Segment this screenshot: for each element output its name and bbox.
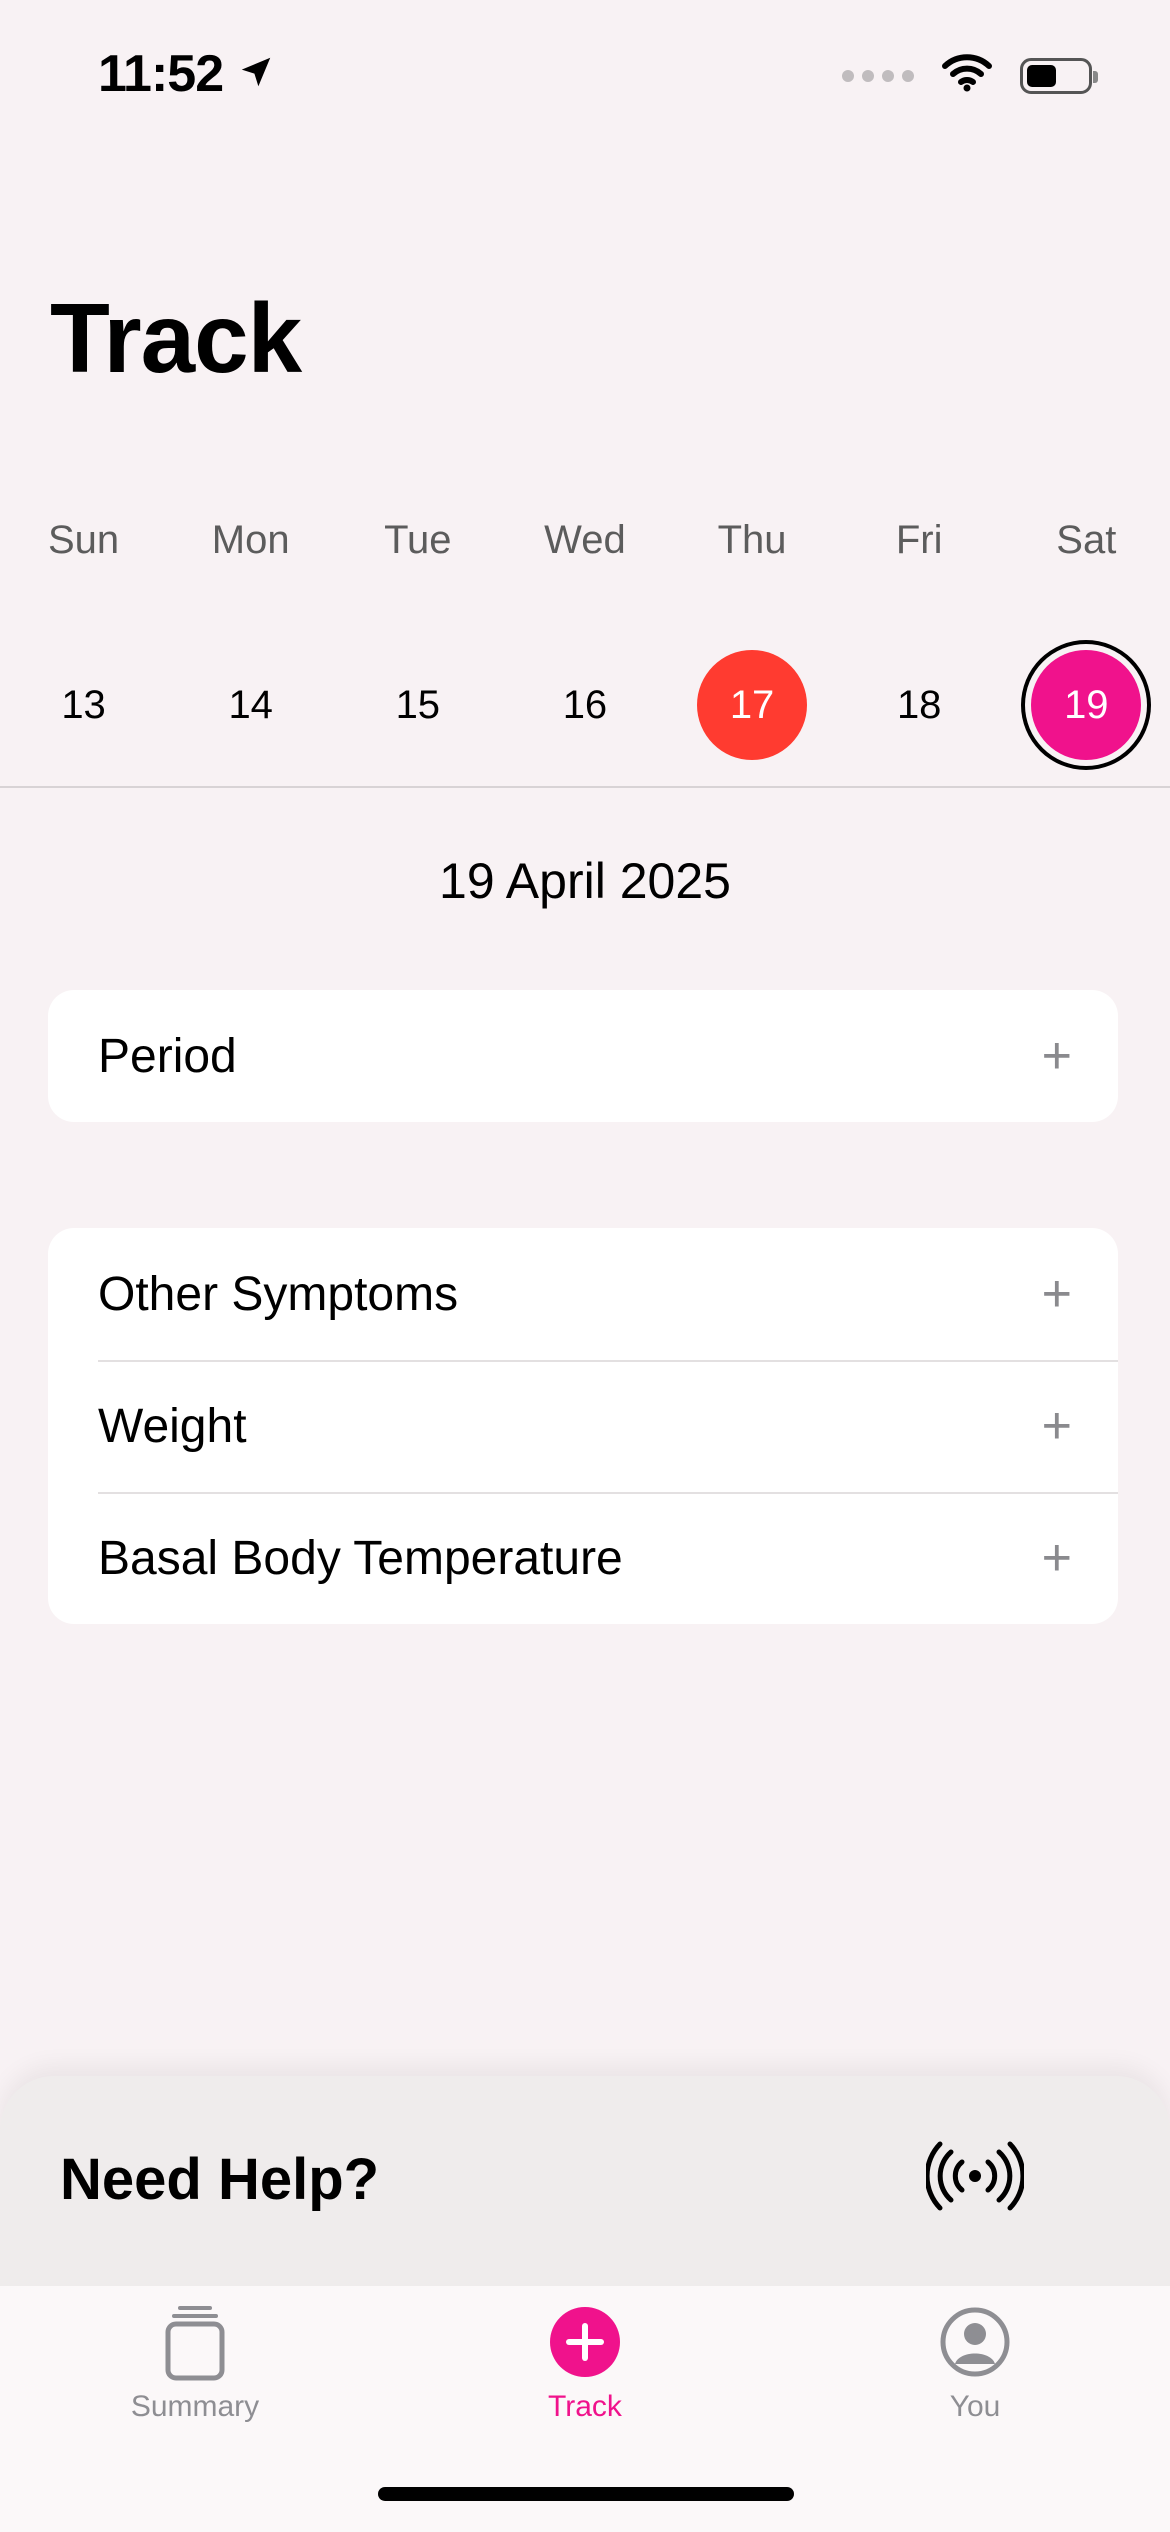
week-column-mon: Mon 14	[167, 510, 334, 760]
home-indicator	[378, 2487, 794, 2501]
battery-icon	[1020, 57, 1098, 94]
week-column-fri: Fri 18	[836, 510, 1003, 760]
other-symptoms-row[interactable]: Other Symptoms +	[48, 1228, 1118, 1360]
week-column-tue: Tue 15	[334, 510, 501, 760]
status-time-group: 11:52	[98, 44, 275, 104]
cellular-signal-icon	[842, 69, 914, 82]
tab-summary[interactable]: Summary	[0, 2286, 390, 2532]
day-of-week-label: Thu	[717, 518, 787, 562]
tab-you-label: You	[949, 2390, 1001, 2423]
status-indicators	[842, 54, 1098, 97]
day-of-week-label: Tue	[384, 518, 452, 562]
weight-row[interactable]: Weight +	[48, 1360, 1118, 1492]
add-weight-plus-icon[interactable]: +	[1042, 1400, 1072, 1452]
weight-label: Weight	[98, 1399, 247, 1453]
add-basal-body-temperature-plus-icon[interactable]: +	[1042, 1532, 1072, 1584]
broadcast-icon[interactable]	[924, 2140, 1026, 2212]
week-strip: Sun 13 Mon 14 Tue 15 Wed 16 Thu 17 Fri 1…	[0, 510, 1170, 760]
week-column-sat: Sat 19	[1003, 510, 1170, 760]
add-period-plus-icon[interactable]: +	[1042, 1030, 1072, 1082]
other-symptoms-label: Other Symptoms	[98, 1267, 459, 1321]
week-divider	[0, 786, 1170, 788]
selected-date-heading: 19 April 2025	[439, 853, 731, 909]
day-17-today-button[interactable]: 17	[697, 650, 808, 760]
status-time: 11:52	[98, 45, 224, 103]
week-column-sun: Sun 13	[0, 510, 167, 760]
period-label: Period	[98, 1029, 237, 1083]
add-other-symptoms-plus-icon[interactable]: +	[1042, 1268, 1072, 1320]
basal-body-temperature-row[interactable]: Basal Body Temperature +	[48, 1492, 1118, 1624]
page-title: Track	[50, 283, 302, 393]
day-19-selected-button[interactable]: 19	[1031, 650, 1142, 760]
tab-summary-label: Summary	[130, 2390, 260, 2423]
symptoms-card: Other Symptoms + Weight + Basal Body Tem…	[48, 1228, 1118, 1624]
day-of-week-label: Sun	[47, 518, 120, 562]
need-help-title: Need Help?	[60, 2147, 380, 2212]
day-14-button[interactable]: 14	[196, 650, 306, 760]
tab-track-label: Track	[548, 2390, 622, 2423]
profile-icon	[935, 2302, 1015, 2382]
day-of-week-label: Sat	[1056, 518, 1117, 562]
period-row[interactable]: Period +	[48, 990, 1118, 1122]
day-13-button[interactable]: 13	[29, 650, 139, 760]
day-of-week-label: Wed	[544, 518, 626, 562]
day-16-button[interactable]: 16	[530, 650, 640, 760]
summary-icon	[155, 2302, 235, 2382]
day-of-week-label: Mon	[211, 518, 290, 562]
week-column-thu: Thu 17	[669, 510, 836, 760]
week-column-wed: Wed 16	[501, 510, 668, 760]
day-of-week-label: Fri	[895, 518, 943, 562]
status-bar: 11:52	[0, 0, 1170, 150]
basal-body-temperature-label: Basal Body Temperature	[98, 1531, 623, 1585]
day-15-button[interactable]: 15	[363, 650, 473, 760]
wifi-icon	[942, 54, 992, 97]
day-18-button[interactable]: 18	[864, 650, 974, 760]
location-arrow-icon	[237, 44, 275, 104]
track-plus-icon	[545, 2302, 625, 2382]
tab-you[interactable]: You	[780, 2286, 1170, 2532]
period-card: Period +	[48, 990, 1118, 1122]
